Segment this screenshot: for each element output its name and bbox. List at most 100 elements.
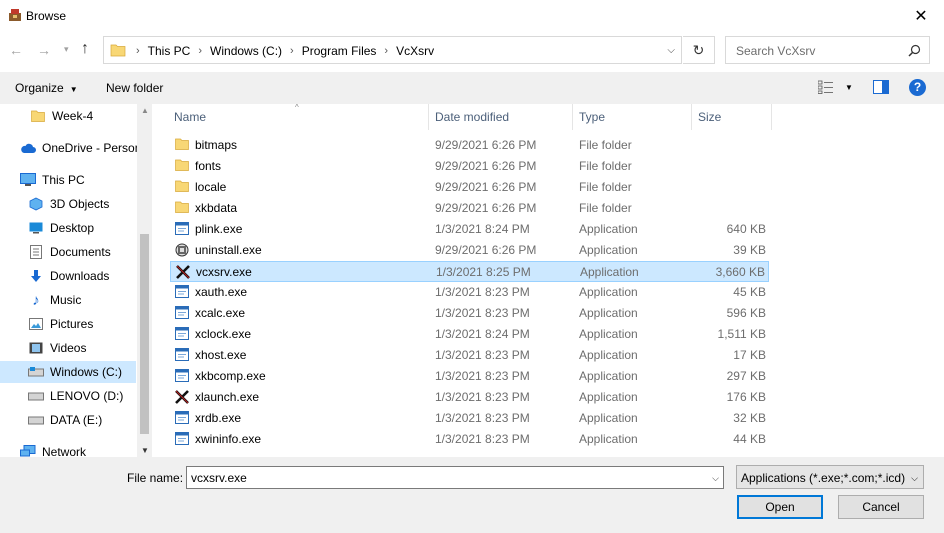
breadcrumb-this-pc[interactable]: This PC [148,44,191,58]
close-button[interactable]: ✕ [898,0,944,32]
sidebar-item-documents[interactable]: Documents [0,241,136,263]
application-icon [175,285,190,300]
column-header-name[interactable]: Name [174,104,206,130]
drive-icon [28,412,44,428]
folder-icon [30,108,46,124]
file-name: vcxsrv.exe [196,265,252,279]
address-bar[interactable]: › This PC › Windows (C:) › Program Files… [103,36,682,64]
search-input[interactable]: Search VcXsrv [725,36,930,64]
file-row[interactable]: locale 9/29/2021 6:26 PM File folder [170,177,769,198]
title-bar: Browse ✕ [0,0,944,32]
sidebar-item-data-e[interactable]: DATA (E:) [0,409,136,431]
view-caret-down-icon[interactable]: ▼ [845,83,853,92]
column-divider[interactable] [428,104,429,130]
cancel-button[interactable]: Cancel [838,495,924,519]
file-row[interactable]: xlaunch.exe 1/3/2021 8:23 PM Application 17… [170,387,769,408]
app-icon [9,9,21,21]
file-name: xkbdata [195,201,238,215]
file-name-field[interactable]: vcxsrv.exe ⌵ [186,466,724,489]
forward-arrow-icon[interactable]: → [37,42,51,58]
organize-button[interactable]: Organize ▼ [15,81,78,95]
help-icon[interactable]: ? [909,79,926,96]
file-name: bitmaps [195,138,238,152]
application-icon [175,348,190,363]
file-type: Application [579,432,638,446]
file-size: 176 KB [726,390,766,404]
sidebar-item-this-pc[interactable]: This PC [0,169,136,191]
file-name: uninstall.exe [195,243,262,257]
file-date-modified: 9/29/2021 6:26 PM [435,180,537,194]
open-button[interactable]: Open [737,495,823,519]
file-date-modified: 1/3/2021 8:25 PM [436,265,531,279]
column-header-date[interactable]: Date modified [435,104,509,130]
file-row[interactable]: plink.exe 1/3/2021 8:24 PM Application 640 … [170,219,769,240]
column-header-size[interactable]: Size [698,104,721,130]
preview-pane-icon[interactable] [873,80,889,94]
file-row[interactable]: xwininfo.exe 1/3/2021 8:23 PM Application 4… [170,429,769,450]
sidebar-scrollbar[interactable]: ▲ ▼ [137,104,152,457]
folder-icon [175,201,190,216]
file-name-label: File name: [127,471,184,485]
up-arrow-icon[interactable]: ↑ [81,40,89,58]
sidebar-item-label: Documents [50,245,111,259]
file-row[interactable]: fonts 9/29/2021 6:26 PM File folder [170,156,769,177]
refresh-button[interactable]: ↻ [683,36,715,64]
breadcrumb-windows-c[interactable]: Windows (C:) [210,44,282,58]
file-row[interactable]: xkbdata 9/29/2021 6:26 PM File folder [170,198,769,219]
chevron-right-icon: › [136,45,140,57]
breadcrumb-program-files[interactable]: Program Files [302,44,377,58]
column-divider[interactable] [572,104,573,130]
change-view-icon[interactable] [818,80,834,94]
sidebar-item-windows-c[interactable]: Windows (C:) [0,361,136,383]
scroll-down-arrow-icon[interactable]: ▼ [141,446,149,455]
column-header-type[interactable]: Type [579,104,605,130]
file-row[interactable]: bitmaps 9/29/2021 6:26 PM File folder [170,135,769,156]
sidebar-item-label: Network [42,445,87,457]
sidebar-item-pictures[interactable]: Pictures [0,313,136,335]
breadcrumb-vcxsrv[interactable]: VcXsrv [396,44,434,58]
file-row[interactable]: xrdb.exe 1/3/2021 8:23 PM Application 32 KB [170,408,769,429]
file-name: xlaunch.exe [195,390,260,404]
back-arrow-icon[interactable]: ← [9,42,23,58]
chevron-down-icon[interactable]: ⌵ [712,473,719,484]
sidebar-item-lenovo-d[interactable]: LENOVO (D:) [0,385,136,407]
download-icon [28,268,44,284]
new-folder-button[interactable]: New folder [106,81,163,95]
scrollbar-thumb[interactable] [140,234,149,434]
file-row[interactable]: xauth.exe 1/3/2021 8:23 PM Application 45 K… [170,282,769,303]
sidebar-item-label: Music [50,293,82,307]
videos-icon [28,340,44,356]
column-divider[interactable] [691,104,692,130]
file-row[interactable]: xkbcomp.exe 1/3/2021 8:23 PM Application 29… [170,366,769,387]
sidebar-item-onedrive[interactable]: OneDrive - Person [0,137,141,159]
column-divider[interactable] [771,104,772,130]
file-row[interactable]: vcxsrv.exe 1/3/2021 8:25 PM Application 3,6… [170,261,769,282]
file-row[interactable]: xhost.exe 1/3/2021 8:23 PM Application 17 K… [170,345,769,366]
sidebar-item-label: Windows (C:) [50,365,123,379]
recent-locations-chevron-icon[interactable]: ▾ [64,44,69,55]
chevron-right-icon: › [290,45,294,57]
sidebar-item-week-4[interactable]: Week-4 [0,105,136,127]
chevron-down-icon[interactable]: ⌵ [667,45,675,56]
sidebar-item-music[interactable]: ♪ Music [0,289,136,311]
sidebar-item-3d-objects[interactable]: 3D Objects [0,193,136,215]
sidebar-item-desktop[interactable]: Desktop [0,217,136,239]
file-row[interactable]: xcalc.exe 1/3/2021 8:23 PM Application 596 … [170,303,769,324]
file-type: File folder [579,201,632,215]
file-size: 45 KB [733,285,766,299]
search-icon [908,44,921,57]
file-size: 17 KB [733,348,766,362]
application-icon [175,411,190,426]
uninstall-icon [175,243,190,258]
file-row[interactable]: uninstall.exe 9/29/2021 6:26 PM Applicatio… [170,240,769,261]
file-type-select[interactable]: Applications (*.exe;*.com;*.icd) ⌵ [736,465,924,489]
sidebar-item-network[interactable]: Network [0,441,136,457]
file-type: Application [579,390,638,404]
drive-icon [28,388,44,404]
file-name: xclock.exe [195,327,252,341]
folder-icon [175,138,190,153]
file-row[interactable]: xclock.exe 1/3/2021 8:24 PM Application 1,5… [170,324,769,345]
sidebar-item-downloads[interactable]: Downloads [0,265,136,287]
scroll-up-arrow-icon[interactable]: ▲ [141,106,149,115]
sidebar-item-videos[interactable]: Videos [0,337,136,359]
